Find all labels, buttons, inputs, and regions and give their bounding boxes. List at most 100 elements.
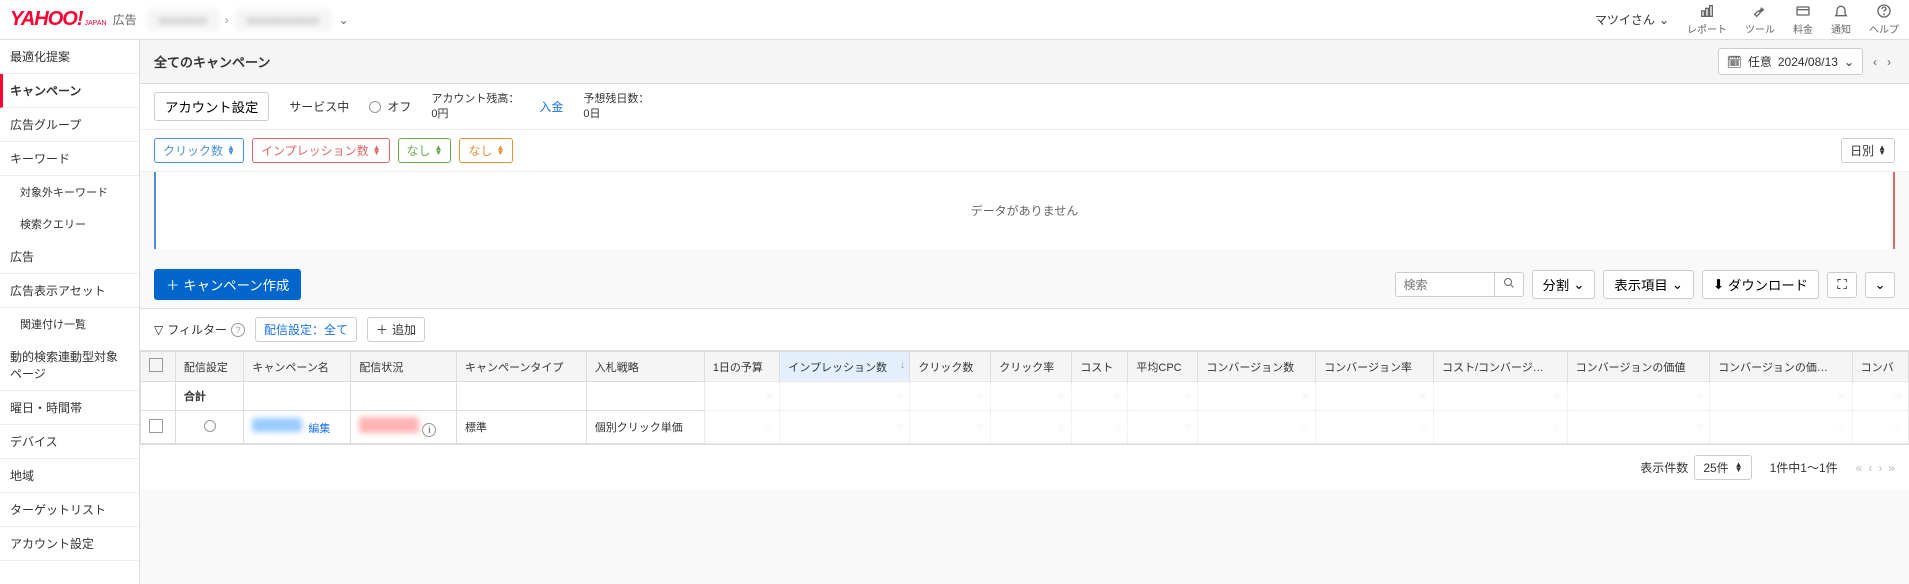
- wrench-icon: [1752, 3, 1768, 19]
- th-cost[interactable]: コスト: [1072, 352, 1128, 382]
- th-impressions[interactable]: インプレッション数↓: [780, 352, 910, 382]
- updown-icon: ▲▼: [1735, 463, 1743, 473]
- th-budget[interactable]: 1日の予算: [704, 352, 779, 382]
- sidebar-item-optimize[interactable]: 最適化提案: [0, 40, 139, 74]
- sidebar-item-device[interactable]: デバイス: [0, 425, 139, 459]
- pagination: 表示件数 25件 ▲▼ 1件中1〜1件 « ‹ › »: [140, 444, 1909, 490]
- sidebar-item-dsa[interactable]: 動的検索連動型対象ページ: [0, 340, 139, 391]
- metric-select-2[interactable]: インプレッション数 ▲▼: [252, 138, 390, 163]
- th-checkbox[interactable]: [141, 352, 176, 382]
- th-conv-value2[interactable]: コンバージョンの価…: [1710, 352, 1853, 382]
- page-size-select[interactable]: 25件 ▲▼: [1694, 455, 1751, 480]
- info-icon[interactable]: i: [422, 423, 436, 437]
- logo[interactable]: YAHOO! JAPAN 広告: [10, 8, 137, 31]
- date-value: 2024/08/13: [1778, 55, 1838, 69]
- sidebar-item-adgroup[interactable]: 広告グループ: [0, 108, 139, 142]
- chevron-down-icon: ⌄: [1844, 55, 1854, 69]
- sidebar-item-ad-asset[interactable]: 広告表示アセット: [0, 274, 139, 308]
- granularity-select[interactable]: 日別 ▲▼: [1841, 138, 1895, 163]
- sidebar-item-region[interactable]: 地域: [0, 459, 139, 493]
- page-size-label: 表示件数: [1640, 459, 1688, 476]
- breadcrumb-campaign[interactable]: xxxxxxxxxxxx: [235, 9, 331, 31]
- page-first[interactable]: «: [1856, 461, 1863, 475]
- sidebar-item-account[interactable]: アカウント設定: [0, 527, 139, 561]
- th-clicks[interactable]: クリック数: [910, 352, 991, 382]
- th-ctr[interactable]: クリック率: [991, 352, 1072, 382]
- edit-link[interactable]: 編集: [308, 423, 330, 435]
- logo-ad: 広告: [113, 11, 137, 28]
- date-range-selector[interactable]: 🗓 任意 2024/08/13 ⌄: [1718, 48, 1863, 75]
- th-conv-value[interactable]: コンバージョンの価値: [1567, 352, 1710, 382]
- nav-fee[interactable]: 料金: [1793, 3, 1813, 36]
- sort-down-icon: ↓: [900, 359, 906, 371]
- page-size: 表示件数 25件 ▲▼: [1640, 455, 1751, 480]
- date-next[interactable]: ›: [1883, 53, 1895, 71]
- more-button[interactable]: ⌄: [1865, 272, 1895, 298]
- th-cost-conv[interactable]: コスト/コンバージ…: [1433, 352, 1567, 382]
- row-delivery-toggle[interactable]: [175, 411, 244, 444]
- sidebar-item-link-list[interactable]: 関連付け一覧: [0, 308, 139, 340]
- breadcrumb-account[interactable]: xxxxxxxx: [147, 9, 219, 31]
- page-prev[interactable]: ‹: [1868, 461, 1872, 475]
- th-cpc[interactable]: 平均CPC: [1128, 352, 1198, 382]
- chevron-right-icon: ›: [225, 13, 229, 27]
- app-header: YAHOO! JAPAN 広告 xxxxxxxx › xxxxxxxxxxxx …: [0, 0, 1909, 40]
- th-type[interactable]: キャンペーンタイプ: [456, 352, 586, 382]
- row-checkbox[interactable]: [141, 411, 176, 444]
- chevron-down-icon: ⌄: [1573, 277, 1584, 293]
- chevron-down-icon[interactable]: ⌄: [339, 13, 349, 27]
- help-icon[interactable]: ?: [231, 323, 245, 337]
- sidebar: 最適化提案 キャンペーン 広告グループ キーワード 対象外キーワード 検索クエリ…: [0, 40, 140, 584]
- page-next[interactable]: ›: [1878, 461, 1882, 475]
- account-settings-button[interactable]: アカウント設定: [154, 92, 269, 121]
- page-title: 全てのキャンペーン: [154, 52, 270, 71]
- nav-notify[interactable]: 通知: [1831, 3, 1851, 36]
- sidebar-item-targetlist[interactable]: ターゲットリスト: [0, 493, 139, 527]
- split-button[interactable]: 分割 ⌄: [1532, 270, 1596, 299]
- off-toggle[interactable]: オフ: [369, 98, 411, 115]
- download-button[interactable]: ⬇ ダウンロード: [1702, 270, 1819, 299]
- updown-icon: ▲▼: [373, 146, 381, 156]
- total-label: 合計: [175, 382, 244, 411]
- metric-select-1[interactable]: クリック数 ▲▼: [154, 138, 244, 163]
- deposit-link[interactable]: 入金: [539, 98, 563, 115]
- chart-empty-message: データがありません: [971, 204, 1079, 218]
- sidebar-item-ad[interactable]: 広告: [0, 240, 139, 274]
- th-delivery[interactable]: 配信設定: [175, 352, 244, 382]
- chevron-down-icon: ⌄: [1659, 13, 1669, 27]
- metric-select-3[interactable]: なし ▲▼: [398, 138, 452, 163]
- table-wrap: 配信設定 キャンペーン名 配信状況 キャンペーンタイプ 入札戦略 1日の予算 イ…: [140, 351, 1909, 444]
- th-name[interactable]: キャンペーン名: [244, 352, 351, 382]
- columns-button[interactable]: 表示項目 ⌄: [1603, 270, 1693, 299]
- th-cvr[interactable]: コンバージョン率: [1316, 352, 1434, 382]
- th-conv[interactable]: コンバージョン数: [1198, 352, 1316, 382]
- sidebar-item-search-query[interactable]: 検索クエリー: [0, 208, 139, 240]
- th-bid[interactable]: 入札戦略: [586, 352, 704, 382]
- create-campaign-button[interactable]: ＋ キャンペーン作成: [154, 269, 301, 300]
- nav-tool[interactable]: ツール: [1745, 3, 1775, 36]
- sidebar-item-campaign[interactable]: キャンペーン: [0, 74, 139, 108]
- expand-button[interactable]: ⛶: [1827, 272, 1857, 298]
- metric-select-4[interactable]: なし ▲▼: [459, 138, 513, 163]
- user-menu[interactable]: マツイさん ⌄: [1595, 11, 1669, 28]
- account-balance: アカウント残高： 0円: [431, 92, 519, 121]
- search-button[interactable]: [1495, 272, 1524, 297]
- sidebar-item-keyword[interactable]: キーワード: [0, 142, 139, 176]
- filter-chip-delivery[interactable]: 配信設定：全て: [255, 317, 357, 342]
- page-last[interactable]: »: [1888, 461, 1895, 475]
- page-range: 1件中1〜1件: [1770, 459, 1838, 476]
- account-bar: アカウント設定 サービス中 オフ アカウント残高： 0円 入金 予想残日数： 0…: [140, 84, 1909, 130]
- sidebar-item-dayhour[interactable]: 曜日・時間帯: [0, 391, 139, 425]
- main-content: 全てのキャンペーン 🗓 任意 2024/08/13 ⌄ ‹ › アカウント設定 …: [140, 40, 1909, 584]
- th-status[interactable]: 配信状況: [351, 352, 457, 382]
- date-prev[interactable]: ‹: [1869, 53, 1881, 71]
- sidebar-item-neg-keyword[interactable]: 対象外キーワード: [0, 176, 139, 208]
- filter-add-button[interactable]: ＋ 追加: [367, 317, 425, 342]
- row-name[interactable]: 編集: [244, 411, 351, 444]
- plus-icon: ＋: [166, 275, 179, 294]
- nav-report[interactable]: レポート: [1687, 3, 1727, 36]
- nav-help[interactable]: ヘルプ: [1869, 3, 1899, 36]
- th-conv-extra[interactable]: コンバ: [1852, 352, 1908, 382]
- download-icon: ⬇: [1713, 277, 1724, 293]
- search-input[interactable]: [1395, 272, 1495, 297]
